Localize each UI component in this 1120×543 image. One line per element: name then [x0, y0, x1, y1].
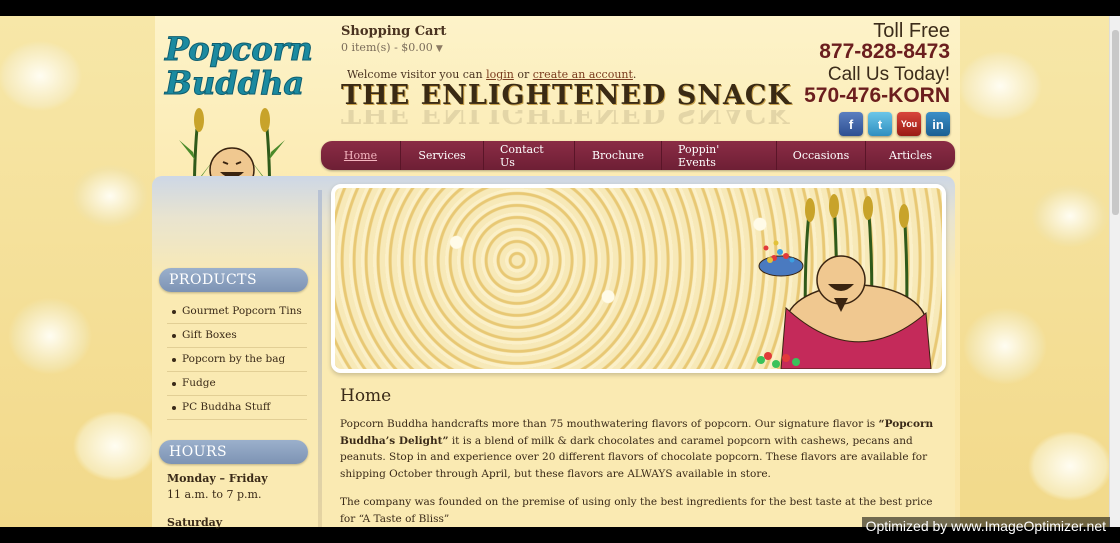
cart-items-text: 0 item(s) - $0.00	[341, 41, 433, 54]
twitter-icon[interactable]: t	[868, 112, 892, 136]
chevron-down-icon: ▼	[435, 44, 443, 54]
social-links: f t You in	[839, 112, 950, 136]
hours-day-saturday: Saturday	[167, 516, 223, 529]
page-scrollbar[interactable]	[1109, 16, 1120, 527]
sidebar-item-pc-buddha-stuff[interactable]: PC Buddha Stuff	[167, 396, 307, 420]
sidebar-item-gourmet-popcorn-tins[interactable]: Gourmet Popcorn Tins	[167, 300, 307, 324]
sidebar-item-fudge[interactable]: Fudge	[167, 372, 307, 396]
shopping-cart-title[interactable]: Shopping Cart	[341, 24, 446, 39]
nav-contact-us[interactable]: Contact Us	[484, 141, 575, 170]
cart-summary[interactable]: 0 item(s) - $0.00 ▼	[341, 41, 443, 54]
nav-services[interactable]: Services	[401, 141, 484, 170]
call-us-label: Call Us Today!	[827, 64, 950, 85]
sidebar-divider	[318, 190, 322, 527]
nav-poppin-events[interactable]: Poppin' Events	[662, 141, 777, 170]
intro-paragraph: Popcorn Buddha handcrafts more than 75 m…	[340, 416, 945, 482]
sidebar-item-popcorn-by-the-bag[interactable]: Popcorn by the bag	[167, 348, 307, 372]
hours-heading: HOURS	[159, 440, 308, 464]
facebook-icon[interactable]: f	[839, 112, 863, 136]
nav-articles[interactable]: Articles	[866, 141, 955, 170]
page-title: Home	[340, 386, 392, 406]
toll-free-phone[interactable]: 877-828-8473	[819, 40, 950, 64]
products-heading: PRODUCTS	[159, 268, 308, 292]
scrollbar-thumb[interactable]	[1112, 30, 1119, 215]
hours-day-weekday: Monday – Friday	[167, 472, 268, 485]
nav-home[interactable]: Home	[321, 141, 401, 170]
logo-text-line2: Buddha	[165, 64, 305, 103]
linkedin-icon[interactable]: in	[926, 112, 950, 136]
tagline: THE ENLIGHTENED SNACK	[341, 80, 792, 111]
logo-text-line1: Popcorn	[165, 30, 314, 69]
intro-text-a: Popcorn Buddha handcrafts more than 75 m…	[340, 418, 879, 430]
products-list: Gourmet Popcorn Tins Gift Boxes Popcorn …	[167, 300, 307, 420]
company-paragraph: The company was founded on the premise o…	[340, 496, 933, 525]
sidebar-item-gift-boxes[interactable]: Gift Boxes	[167, 324, 307, 348]
main-nav: Home Services Contact Us Brochure Poppin…	[321, 141, 955, 170]
nav-occasions[interactable]: Occasions	[777, 141, 866, 170]
hero-banner	[331, 184, 946, 373]
buddha-banner-illustration	[757, 194, 932, 369]
optimizer-watermark: Optimized by www.ImageOptimizer.net	[861, 517, 1110, 535]
tagline-reflection: THE ENLIGHTENED SNACK	[341, 110, 792, 128]
youtube-icon[interactable]: You	[897, 112, 921, 136]
local-phone[interactable]: 570-476-KORN	[804, 84, 950, 108]
hours-time-weekday: 11 a.m. to 7 p.m.	[167, 488, 262, 501]
nav-brochure[interactable]: Brochure	[575, 141, 662, 170]
